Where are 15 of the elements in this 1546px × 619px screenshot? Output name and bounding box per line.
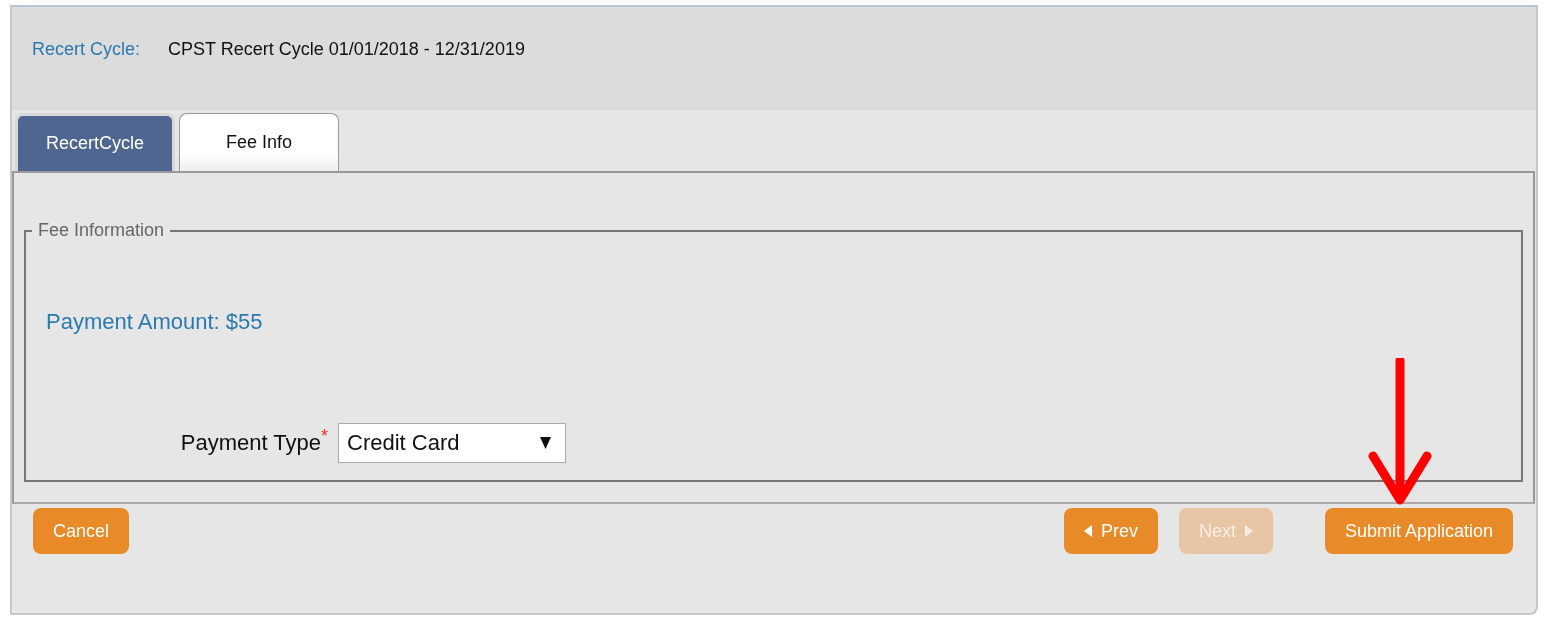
caret-icon: [540, 437, 551, 449]
field-label: Payment Type: [180, 430, 321, 456]
field-value: CPST Recert Cycle 01/01/2018 - 12/31/2019: [168, 39, 525, 60]
tab[interactable]: Fee Info: [179, 113, 339, 171]
right-caret-icon: [1244, 525, 1253, 537]
required-mark: *: [321, 426, 328, 447]
tab[interactable]: RecertCycle: [15, 113, 175, 171]
payment-type-dropdown[interactable]: Credit Card: [338, 423, 566, 463]
action-button[interactable]: Submit Application: [1324, 508, 1513, 554]
left-caret-icon: [1083, 525, 1092, 537]
action-button[interactable]: Cancel: [33, 508, 130, 554]
fieldset-legend: Fee Information: [32, 220, 171, 241]
field-label: Recert Cycle:: [32, 39, 141, 60]
prev-button[interactable]: Prev: [1063, 508, 1158, 554]
payment-amount: Payment Amount: $55: [46, 309, 263, 335]
